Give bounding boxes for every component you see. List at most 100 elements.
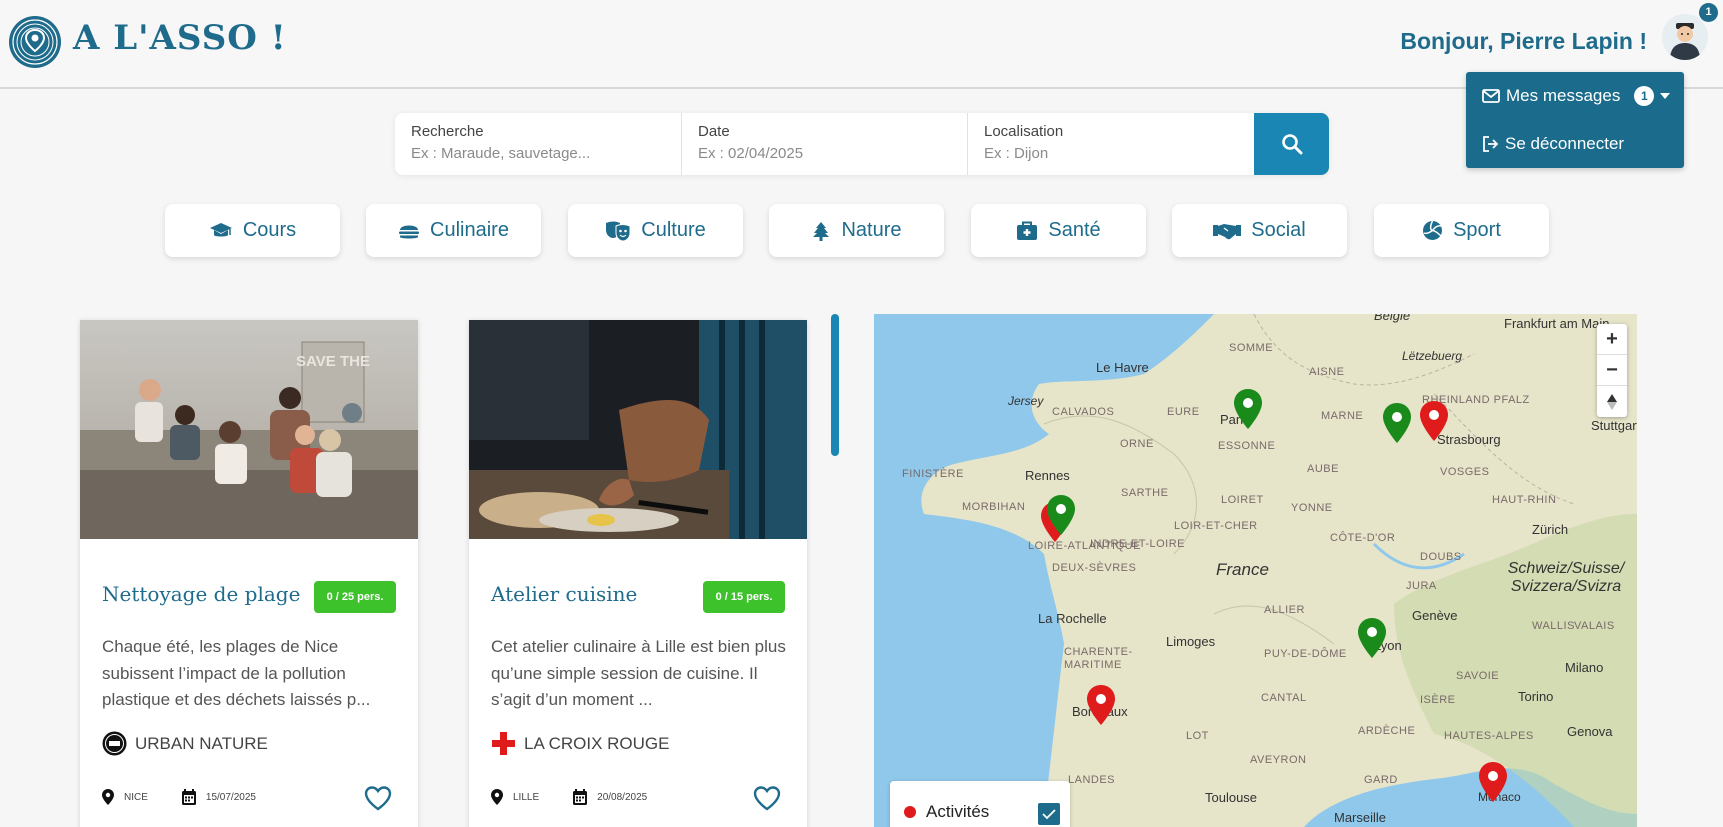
user-greeting: Bonjour, Pierre Lapin !	[1400, 28, 1647, 54]
activity-description: Cet atelier culinaire à Lille est bien p…	[491, 637, 786, 709]
tree-icon	[813, 221, 830, 241]
map-pin-green[interactable]	[1356, 617, 1388, 659]
map-region-label: ESSONNE	[1218, 440, 1276, 452]
map-pin-green[interactable]	[1381, 402, 1413, 444]
map-city-label: Jersey	[1008, 394, 1044, 408]
category-culinaire[interactable]: Culinaire	[366, 204, 541, 257]
caret-down-icon	[1660, 93, 1671, 99]
map-city-label: Milano	[1565, 660, 1604, 675]
capacity-badge: 0 / 25 pers.	[314, 581, 396, 613]
calendar-icon	[573, 789, 588, 805]
map-city-label: België	[1374, 314, 1411, 323]
map-city-label: Toulouse	[1205, 790, 1258, 805]
user-avatar-icon	[1662, 14, 1708, 60]
heart-icon[interactable]	[364, 786, 392, 811]
map-pin-green[interactable]	[1045, 494, 1077, 536]
map-country-label: France	[1216, 560, 1269, 579]
map-region-label: ISÈRE	[1420, 694, 1456, 706]
search-location-input[interactable]: Ex : Dijon	[984, 145, 1233, 162]
map-pin-green[interactable]	[1232, 388, 1264, 430]
map-city-label: Frankfurt am Main	[1504, 316, 1610, 331]
map-pin-red[interactable]	[1477, 761, 1509, 803]
activity-map[interactable]: Le Havre Paris Rennes Strasbourg Stuttga…	[874, 314, 1637, 827]
legend-color-dot	[904, 806, 916, 818]
map-region-label: CANTAL	[1261, 692, 1307, 704]
map-region-label: LOT	[1186, 730, 1209, 742]
calendar-icon	[181, 789, 196, 805]
search-location-label: Localisation	[984, 123, 1064, 140]
activity-date: 20/08/2025	[597, 791, 648, 803]
handshake-icon	[1213, 223, 1242, 239]
category-culture[interactable]: Culture	[568, 204, 743, 257]
activity-city: LILLE	[513, 791, 540, 803]
map-region-label: AUBE	[1307, 463, 1339, 475]
avatar[interactable]	[1662, 14, 1708, 60]
map-region-label: VALAIS	[1574, 620, 1615, 632]
category-label: Social	[1251, 219, 1306, 241]
check-icon	[1042, 809, 1056, 820]
map-region-label: SAVOIE	[1456, 670, 1500, 682]
map-region-label: AVEYRON	[1250, 754, 1307, 766]
category-sante[interactable]: Santé	[971, 204, 1146, 257]
category-label: Culinaire	[430, 219, 509, 241]
map-region-label: MORBIHAN	[962, 501, 1026, 513]
search-button[interactable]	[1254, 113, 1329, 175]
logout-menu-item[interactable]: Se déconnecter	[1482, 134, 1624, 154]
map-region-label: LOIR-ET-CHER	[1174, 520, 1258, 532]
search-date-input[interactable]: Ex : 02/04/2025	[698, 145, 951, 162]
reset-north-button[interactable]	[1597, 386, 1627, 417]
map-region-label: HAUT-RHIN	[1492, 494, 1557, 506]
map-region-label: DEUX-SÈVRES	[1052, 562, 1137, 574]
category-social[interactable]: Social	[1172, 204, 1347, 257]
activity-title[interactable]: Atelier cuisine	[491, 582, 637, 606]
activity-meta: LILLE 20/08/2025	[491, 789, 647, 805]
search-date-label: Date	[698, 123, 730, 140]
search-date-field[interactable]: Date Ex : 02/04/2025	[681, 113, 967, 175]
search-query-label: Recherche	[411, 123, 484, 140]
map-region-label: YONNE	[1291, 502, 1333, 514]
organization-name: LA CROIX ROUGE	[524, 733, 670, 753]
map-region-label: MARNE	[1321, 410, 1364, 422]
logout-label: Se déconnecter	[1505, 134, 1625, 153]
map-zoom-controls: + −	[1597, 324, 1627, 417]
legend-checkbox[interactable]	[1038, 803, 1060, 825]
zoom-in-button[interactable]: +	[1597, 324, 1627, 355]
search-location-field[interactable]: Localisation Ex : Dijon	[967, 113, 1249, 175]
category-nature[interactable]: Nature	[769, 204, 944, 257]
activity-card[interactable]: SAVE THE Nettoyage de plage 0 / 25 pers.…	[80, 320, 418, 827]
map-region-label: HAUTES-ALPES	[1444, 730, 1534, 742]
map-region-label: SOMME	[1229, 342, 1274, 354]
map-region-label: ORNE	[1120, 438, 1154, 450]
activity-meta: NICE 15/07/2025	[102, 789, 256, 805]
sign-out-icon	[1483, 136, 1499, 152]
map-country-label: Schweiz/Suisse/ Svizzera/Svizra	[1507, 560, 1625, 595]
category-sport[interactable]: Sport	[1374, 204, 1549, 257]
location-pin-icon	[491, 789, 503, 805]
organization[interactable]: LA CROIX ROUGE	[491, 731, 669, 756]
map-region-label: CÔTE-D'OR	[1330, 532, 1396, 544]
poster-text: SAVE THE	[296, 353, 370, 370]
zoom-out-button[interactable]: −	[1597, 355, 1627, 386]
messages-menu-item[interactable]: Mes messages 1	[1482, 86, 1671, 106]
search-query-input[interactable]: Ex : Maraude, sauvetage...	[411, 145, 665, 162]
category-label: Santé	[1048, 219, 1101, 241]
activity-title[interactable]: Nettoyage de plage	[102, 582, 300, 606]
map-pin-red[interactable]	[1085, 684, 1117, 726]
map-pin-red[interactable]	[1418, 400, 1450, 442]
cards-scrollbar[interactable]	[831, 314, 839, 456]
logo-icon[interactable]	[6, 13, 64, 71]
map-region-label: ARDÈCHE	[1358, 725, 1416, 737]
brand-name[interactable]: A L'ASSO !	[73, 18, 287, 58]
organization[interactable]: URBAN NATURE	[102, 731, 268, 756]
compass-icon	[1607, 393, 1617, 410]
map-region-label: PUY-DE-DÔME	[1264, 648, 1347, 660]
search-bar: Recherche Ex : Maraude, sauvetage... Dat…	[395, 113, 1329, 175]
messages-count-badge: 1	[1634, 86, 1655, 106]
map-region-label: LANDES	[1068, 774, 1116, 786]
heart-icon[interactable]	[753, 786, 781, 811]
category-cours[interactable]: Cours	[165, 204, 340, 257]
messages-label: Mes messages	[1506, 86, 1621, 105]
search-query-field[interactable]: Recherche Ex : Maraude, sauvetage...	[395, 113, 681, 175]
organization-name: URBAN NATURE	[135, 733, 268, 753]
activity-card[interactable]: Atelier cuisine 0 / 15 pers. Cet atelier…	[469, 320, 807, 827]
